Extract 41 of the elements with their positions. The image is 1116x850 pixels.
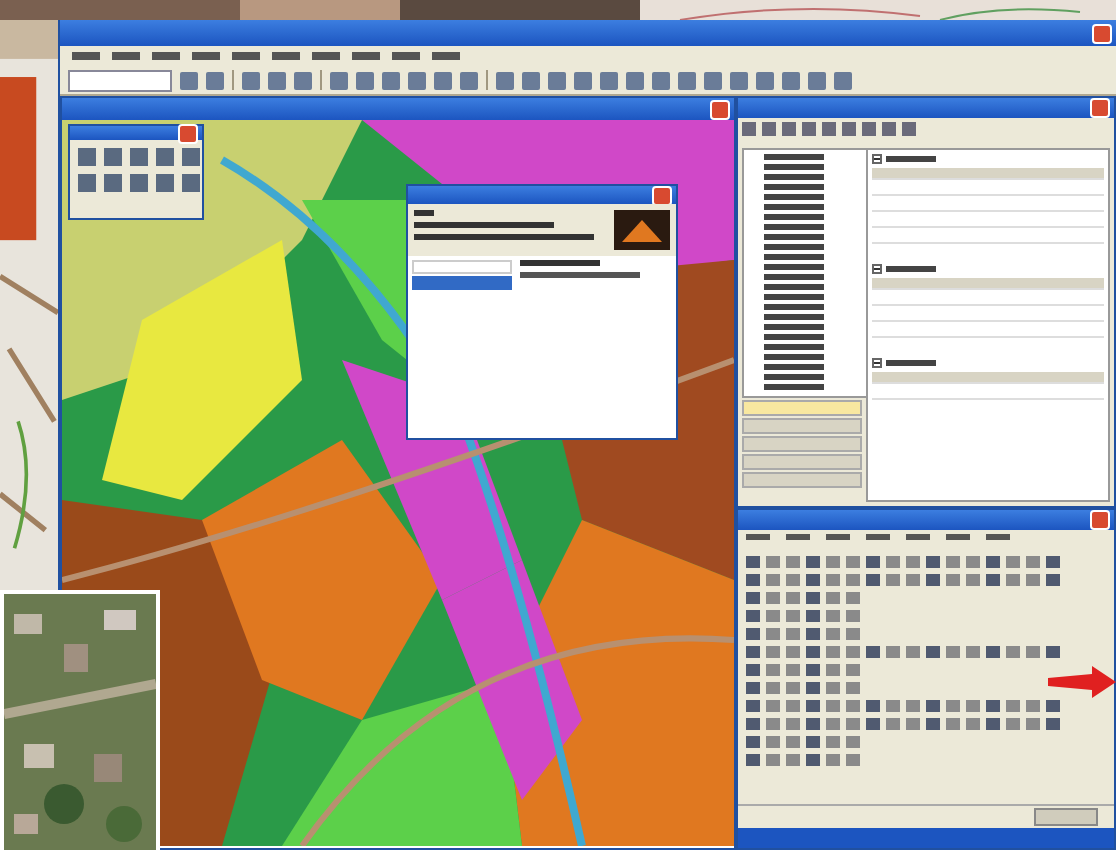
close-icon[interactable] [652, 185, 672, 205]
section-header [886, 360, 936, 366]
info-line [520, 272, 640, 278]
section-header [886, 156, 936, 162]
info-line [520, 260, 600, 266]
arrow-icon [1048, 666, 1116, 698]
section-header [886, 266, 936, 272]
expander-icon[interactable] [872, 358, 882, 368]
menu-item[interactable] [986, 534, 1010, 540]
panel-tab[interactable] [742, 472, 862, 488]
menu-item[interactable] [192, 52, 220, 60]
panel-tab[interactable] [742, 454, 862, 470]
menu-item[interactable] [746, 534, 770, 540]
menu-item[interactable] [392, 52, 420, 60]
expander-icon[interactable] [872, 154, 882, 164]
menu-item[interactable] [352, 52, 380, 60]
dropdown-field[interactable] [68, 69, 172, 91]
menu-item[interactable] [272, 52, 300, 60]
close-icon[interactable] [710, 99, 730, 119]
preview-icon [614, 210, 670, 250]
panel-tab[interactable] [742, 418, 862, 434]
info-line [414, 222, 554, 228]
menu-item[interactable] [232, 52, 260, 60]
close-icon[interactable] [178, 123, 198, 143]
list-item[interactable] [412, 276, 512, 290]
menu-item[interactable] [826, 534, 850, 540]
menu-item[interactable] [72, 52, 100, 60]
menu-item[interactable] [112, 52, 140, 60]
panel-tab[interactable] [742, 436, 862, 452]
menu-item[interactable] [786, 534, 810, 540]
close-icon[interactable] [1092, 23, 1112, 43]
menu-item[interactable] [312, 52, 340, 60]
menu-item[interactable] [432, 52, 460, 60]
menu-item[interactable] [906, 534, 930, 540]
menu-item[interactable] [946, 534, 970, 540]
panel-button[interactable] [1034, 808, 1098, 826]
expander-icon[interactable] [872, 264, 882, 274]
close-icon[interactable] [1090, 510, 1110, 530]
close-icon[interactable] [1090, 98, 1110, 118]
menu-item[interactable] [866, 534, 890, 540]
menu-item[interactable] [152, 52, 180, 60]
